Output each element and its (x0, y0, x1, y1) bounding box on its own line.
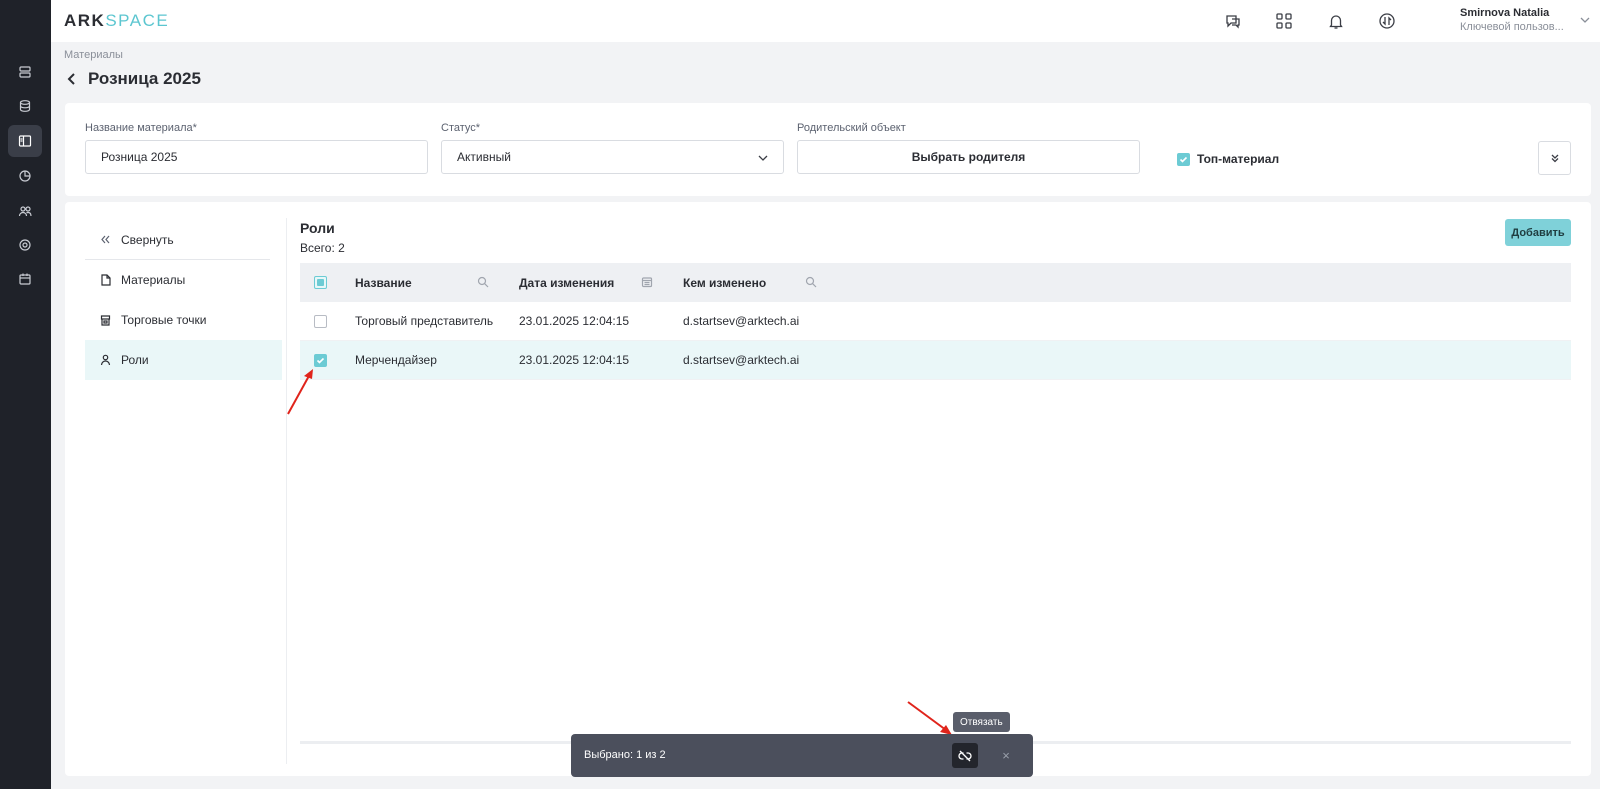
annotation-arrow (907, 701, 952, 735)
total-count: Всего: 2 (300, 241, 345, 255)
back-arrow-icon[interactable] (66, 72, 78, 86)
side-item-label: Торговые точки (121, 313, 207, 327)
file-icon (101, 274, 111, 286)
name-field-value: Розница 2025 (101, 150, 178, 164)
table-header: Название Дата изменения Кем изменено (300, 263, 1571, 302)
sync-icon[interactable] (1377, 11, 1397, 31)
annotation-arrow (287, 369, 313, 415)
calendar-filter-icon[interactable] (641, 276, 653, 288)
status-select[interactable]: Активный (441, 140, 784, 174)
role-name: Торговый представитель (355, 314, 494, 328)
check-icon (1179, 156, 1188, 163)
unlink-tooltip: Отвязать (953, 712, 1010, 732)
table-row[interactable]: Мерчендайзер 23.01.2025 12:04:15 d.start… (300, 341, 1571, 380)
collapse-button[interactable]: Свернуть (85, 220, 270, 260)
role-modified-by: d.startsev@arktech.ai (683, 314, 800, 328)
role-modified-by: d.startsev@arktech.ai (683, 353, 800, 367)
column-header-modified-by: Кем изменено (683, 275, 767, 290)
servers-icon[interactable] (8, 56, 42, 88)
page-title-row: Розница 2025 (66, 69, 201, 89)
user-name: Smirnova Natalia (1460, 7, 1550, 19)
status-select-value: Активный (457, 150, 511, 164)
roles-table: Название Дата изменения Кем изменено Тор… (300, 263, 1571, 744)
help-chat-icon[interactable] (1223, 11, 1243, 31)
user-icon (100, 354, 111, 366)
settings-icon[interactable] (8, 229, 42, 261)
top-material-toggle[interactable]: Топ-материал (1177, 152, 1279, 166)
row-checkbox[interactable] (314, 315, 327, 328)
user-role: Ключевой пользов... (1460, 21, 1564, 33)
pie-chart-icon[interactable] (8, 160, 42, 192)
search-icon[interactable] (805, 276, 817, 288)
user-menu[interactable]: Smirnova Natalia Ключевой пользов... (1460, 7, 1580, 33)
top-material-label: Топ-материал (1197, 152, 1280, 166)
chevron-down-icon (758, 155, 768, 161)
unlink-button[interactable] (952, 743, 978, 768)
database-icon[interactable] (8, 90, 42, 122)
main-card: Свернуть Материалы Торговые точки Роли Р… (65, 202, 1591, 776)
choose-parent-button[interactable]: Выбрать родителя (797, 140, 1140, 174)
double-chevron-left-icon (101, 235, 110, 244)
column-header-date: Дата изменения (519, 275, 615, 290)
side-item-label: Материалы (121, 273, 186, 287)
name-field-label: Название материала* (85, 122, 197, 134)
select-all-checkbox[interactable] (314, 276, 327, 289)
selected-count: Выбрано: 1 из 2 (584, 749, 666, 761)
selection-action-bar: Выбрано: 1 из 2 × (571, 734, 1033, 777)
notification-bell-icon[interactable] (1326, 11, 1346, 31)
chevron-down-icon[interactable] (1579, 14, 1591, 26)
breadcrumb[interactable]: Материалы (64, 49, 123, 61)
side-item-materials[interactable]: Материалы (85, 260, 282, 300)
choose-parent-label: Выбрать родителя (911, 150, 1026, 164)
apps-grid-icon[interactable] (1274, 11, 1294, 31)
left-rail (0, 0, 51, 789)
role-date: 23.01.2025 12:04:15 (519, 314, 630, 328)
side-divider (286, 218, 287, 764)
unlink-icon (958, 750, 972, 761)
column-header-name: Название (355, 275, 412, 290)
collapse-label: Свернуть (121, 232, 174, 247)
logo-ark-text: ARK (64, 11, 106, 30)
section-title: Роли (300, 220, 335, 236)
add-button[interactable]: Добавить (1505, 219, 1571, 246)
table-row[interactable]: Торговый представитель 23.01.2025 12:04:… (300, 302, 1571, 341)
side-item-label: Роли (121, 353, 149, 367)
users-icon[interactable] (8, 195, 42, 227)
side-nav: Свернуть Материалы Торговые точки Роли (85, 220, 282, 380)
side-item-stores[interactable]: Торговые точки (85, 300, 282, 340)
layout-icon[interactable] (8, 125, 42, 157)
top-bar: ARKSPACE Smirnova Natalia Ключевой польз… (51, 0, 1600, 42)
page-title: Розница 2025 (88, 69, 201, 88)
role-date: 23.01.2025 12:04:15 (519, 353, 630, 367)
search-icon[interactable] (477, 276, 489, 288)
store-icon (100, 315, 111, 326)
name-field[interactable]: Розница 2025 (85, 140, 428, 174)
parent-field-label: Родительский объект (797, 122, 906, 134)
logo-space-text: SPACE (105, 11, 170, 30)
close-selection-button[interactable]: × (997, 746, 1015, 764)
check-icon (316, 357, 325, 364)
top-material-checkbox[interactable] (1177, 152, 1190, 166)
expand-form-button[interactable] (1538, 141, 1571, 175)
side-item-roles[interactable]: Роли (85, 340, 282, 380)
arkspace-logo[interactable]: ARKSPACE (64, 11, 169, 31)
material-form: Название материала* Розница 2025 Статус*… (65, 103, 1591, 196)
calendar-icon[interactable] (8, 263, 42, 295)
role-name: Мерчендайзер (355, 353, 437, 367)
status-field-label: Статус* (441, 122, 481, 134)
double-chevron-down-icon (1551, 154, 1558, 163)
